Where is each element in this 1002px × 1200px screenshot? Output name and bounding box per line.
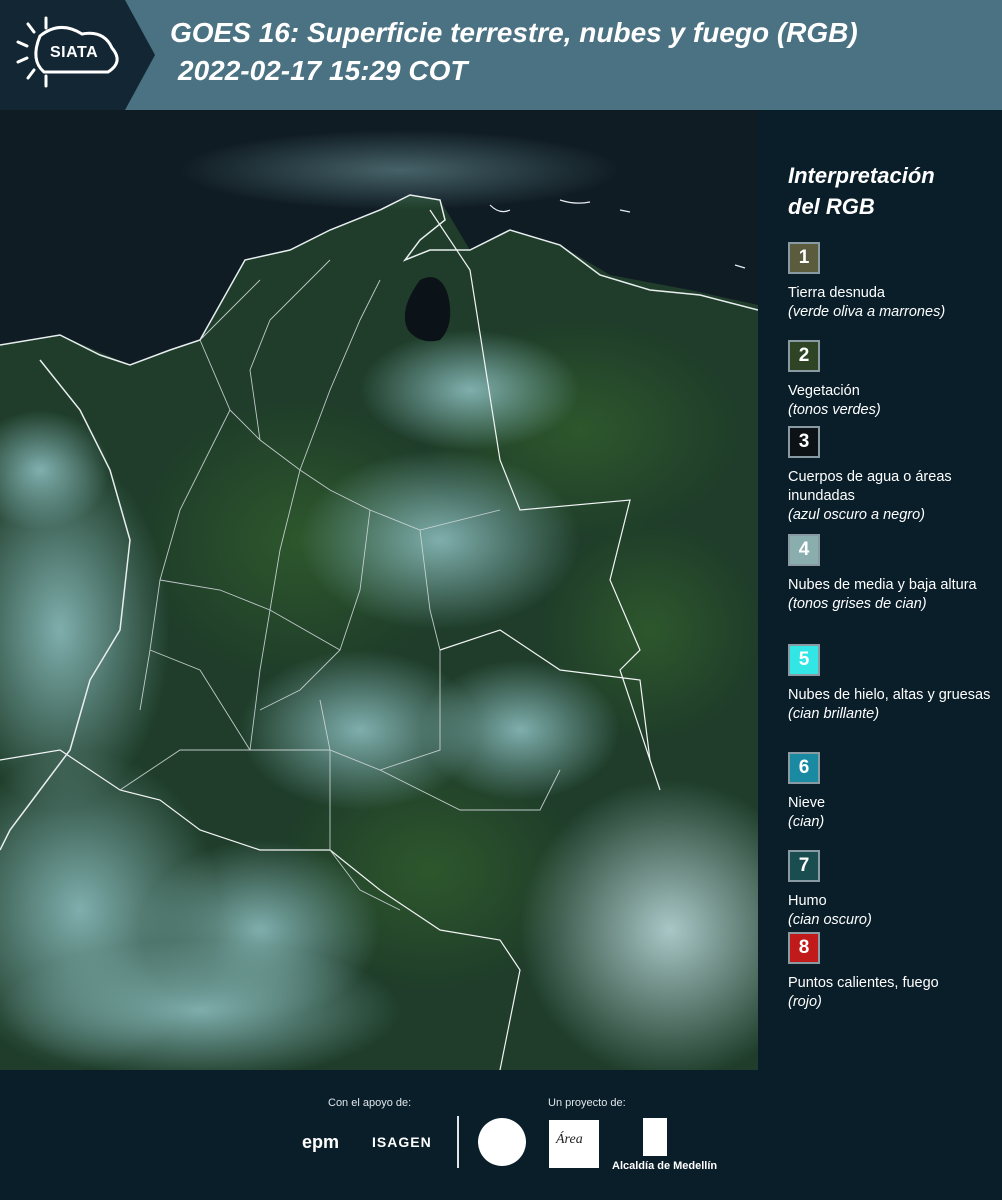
- legend-label: Nieve: [788, 795, 826, 811]
- alcaldia-logo-text: Alcaldía de Medellín: [612, 1160, 718, 1172]
- legend-swatch: 8: [788, 932, 820, 964]
- legend-label: Cuerpos de agua o áreas inundadas: [788, 469, 952, 504]
- legend-swatch: 1: [788, 242, 820, 274]
- legend-label: Tierra desnuda: [788, 285, 885, 301]
- title-line-1: GOES 16: Superficie terrestre, nubes y f…: [170, 17, 858, 48]
- support-label: Con el apoyo de:: [328, 1097, 412, 1109]
- legend-swatch: 7: [788, 850, 820, 882]
- legend-item: 8 Puntos calientes, fuego (rojo): [788, 932, 998, 1012]
- legend-label: Puntos calientes, fuego: [788, 975, 939, 991]
- legend-swatch: 3: [788, 426, 820, 458]
- isagen-logo: ISAGEN: [372, 1134, 432, 1150]
- legend-swatch: 6: [788, 752, 820, 784]
- legend-item: 5 Nubes de hielo, altas y gruesas (cian br…: [788, 644, 998, 724]
- legend-note: (tonos verdes): [788, 402, 881, 418]
- legend-label: Humo: [788, 893, 827, 909]
- legend-title: Interpretación del RGB: [776, 160, 998, 222]
- legend-swatch: 5: [788, 644, 820, 676]
- legend-swatch: 2: [788, 340, 820, 372]
- project-label: Un proyecto de:: [548, 1097, 626, 1109]
- siata-logo-text: SIATA: [50, 44, 99, 61]
- legend-note: (cian brillante): [788, 706, 880, 722]
- area-logo-text: Área: [556, 1132, 583, 1147]
- footer: Con el apoyo de: Un proyecto de: epm ISA…: [0, 1070, 1002, 1200]
- legend-item: 2 Vegetación (tonos verdes): [788, 340, 998, 420]
- legend-item: 7 Humo (cian oscuro): [788, 850, 998, 930]
- legend-swatch: 4: [788, 534, 820, 566]
- legend: Interpretación del RGB 1 Tierra desnuda (v…: [776, 160, 998, 1010]
- legend-item: 3 Cuerpos de agua o áreas inundadas (azul …: [788, 426, 998, 525]
- header: SIATA GOES 16: Superficie terrestre, nub…: [0, 0, 1002, 110]
- legend-item: 4 Nubes de media y baja altura (tonos gris…: [788, 534, 998, 614]
- page-title: GOES 16: Superficie terrestre, nubes y f…: [170, 14, 1000, 90]
- legend-item: 6 Nieve (cian): [788, 752, 998, 832]
- legend-note: (tonos grises de cian): [788, 596, 927, 612]
- satellite-map: [0, 110, 758, 1070]
- legend-note: (azul oscuro a negro): [788, 507, 926, 523]
- legend-label: Nubes de hielo, altas y gruesas: [788, 687, 991, 703]
- siata-logo: SIATA: [0, 0, 155, 110]
- legend-note: (cian): [788, 814, 825, 830]
- epm-logo: epm: [302, 1132, 340, 1152]
- legend-label: Vegetación: [788, 383, 860, 399]
- legend-note: (cian oscuro): [788, 912, 872, 928]
- gobernacion-seal-icon: [478, 1118, 526, 1166]
- title-line-2: 2022-02-17 15:29 COT: [178, 55, 468, 86]
- legend-item: 1 Tierra desnuda (verde oliva a marrones): [788, 242, 998, 322]
- legend-title-line-1: Interpretación: [788, 163, 935, 188]
- footer-divider: [457, 1116, 459, 1168]
- legend-note: (rojo): [788, 994, 822, 1010]
- alcaldia-shield-icon: [643, 1118, 667, 1156]
- legend-note: (verde oliva a marrones): [788, 304, 946, 320]
- legend-title-line-2: del RGB: [788, 194, 875, 219]
- legend-label: Nubes de media y baja altura: [788, 577, 977, 593]
